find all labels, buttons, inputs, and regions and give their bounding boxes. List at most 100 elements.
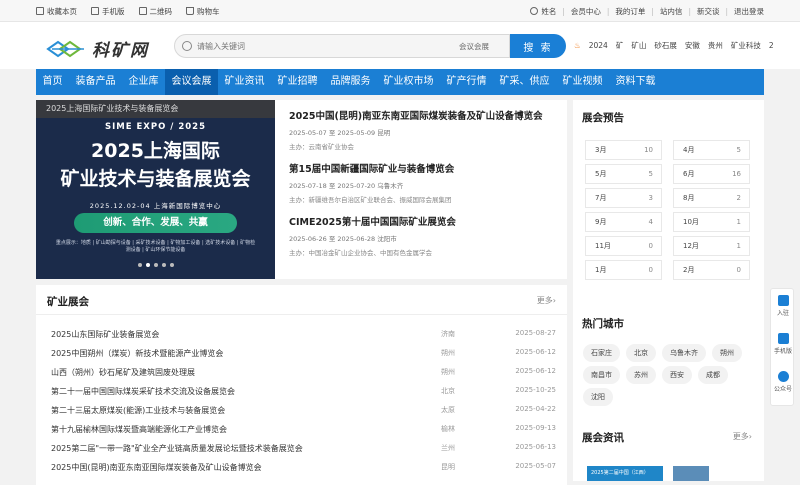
carousel-dots xyxy=(36,263,275,267)
nav-exhibitions[interactable]: 会议会展 xyxy=(165,69,218,95)
fire-icon: ♨ xyxy=(574,41,581,50)
news-more-link[interactable]: 更多› xyxy=(733,431,752,442)
city-tag[interactable]: 石家庄 xyxy=(583,344,620,362)
top-bar: 收藏本页 手机版 二维码 购物车 姓名 | 会员中心 | 我的订单 | 站内信 | 新交… xyxy=(0,0,800,22)
nav-brand[interactable]: 品牌服务 xyxy=(324,69,377,95)
nav-news[interactable]: 矿业资讯 xyxy=(218,69,271,95)
hot-keyword[interactable]: 砂石展 xyxy=(654,40,677,51)
city-tag[interactable]: 西安 xyxy=(662,366,692,384)
site-logo[interactable]: 科矿网 xyxy=(46,36,149,61)
qrcode-icon xyxy=(138,7,147,15)
featured-title[interactable]: CIME2025第十届中国国际矿业展览会 xyxy=(289,214,567,228)
nav-companies[interactable]: 企业库 xyxy=(122,69,165,95)
featured-item: CIME2025第十届中国国际矿业展览会 2025-06-26 至 2025-0… xyxy=(289,214,567,257)
hot-keyword[interactable]: 2024 xyxy=(589,41,608,50)
banner-date: 2025.12.02-04 上海新国际博览中心 xyxy=(89,202,222,210)
nav-downloads[interactable]: 资料下载 xyxy=(609,69,662,95)
nav-supply[interactable]: 矿采、供应 xyxy=(493,69,556,95)
carousel-dot[interactable] xyxy=(153,263,158,267)
city-tag[interactable]: 北京 xyxy=(626,344,656,362)
my-orders-link[interactable]: 我的订单 xyxy=(615,6,645,17)
mobile-button[interactable]: 手机版 xyxy=(771,333,795,355)
featured-item: 2025中国(昆明)南亚东南亚国际煤炭装备及矿山设备博览会 2025-05-07… xyxy=(289,108,567,151)
sidebar: 展会预告 3月 10 4月 5 5月 5 6月 16 7月 3 8月 2 9月 4 10月 1 … xyxy=(573,100,764,481)
news-thumb[interactable]: 2025第二届中国（江西） xyxy=(587,466,663,481)
list-item[interactable]: 2025山东国际矿业装备展览会 济南 2025-08-27 xyxy=(51,329,556,348)
nav-products[interactable]: 装备产品 xyxy=(69,69,122,95)
month-cell[interactable]: 10月 1 xyxy=(673,212,750,232)
qrcode-link[interactable]: 二维码 xyxy=(138,6,172,17)
month-cell[interactable]: 6月 16 xyxy=(673,164,750,184)
featured-organizer: 主办：中国冶金矿山企业协会、中国有色金属学会 xyxy=(289,249,432,257)
featured-title[interactable]: 第15届中国新疆国际矿业与装备博览会 xyxy=(289,161,567,175)
logout-link[interactable]: 退出登录 xyxy=(734,6,764,17)
city-tag[interactable]: 成都 xyxy=(698,366,728,384)
new-chat-link[interactable]: 新交谈 xyxy=(697,6,720,17)
nav-market[interactable]: 矿产行情 xyxy=(440,69,493,95)
more-link[interactable]: 更多› xyxy=(537,295,556,306)
list-item[interactable]: 2025中国(昆明)南亚东南亚国际煤炭装备及矿山设备博览会 昆明 2025-05-0… xyxy=(51,462,556,481)
user-link[interactable]: 姓名 xyxy=(530,6,556,17)
city-tag[interactable]: 沈阳 xyxy=(583,388,613,406)
main-nav: 首页 装备产品 企业库 会议会展 矿业资讯 矿业招聘 品牌服务 矿业权市场 矿产… xyxy=(36,69,764,95)
city-tag[interactable]: 朔州 xyxy=(712,344,742,362)
search-category-select[interactable]: 会议会展 xyxy=(459,41,489,52)
month-cell[interactable]: 1月 0 xyxy=(585,260,662,280)
month-cell[interactable]: 7月 3 xyxy=(585,188,662,208)
list-item[interactable]: 2025第二届"一带一路"矿业全产业链高质量发展论坛暨技术装备展览会 兰州 2025… xyxy=(51,443,556,462)
search-button[interactable]: 搜 索 xyxy=(510,34,566,58)
nav-home[interactable]: 首页 xyxy=(36,69,69,95)
member-center-link[interactable]: 会员中心 xyxy=(571,6,601,17)
month-cell[interactable]: 4月 5 xyxy=(673,140,750,160)
hot-keyword[interactable]: 2 xyxy=(769,41,774,50)
month-cell[interactable]: 5月 5 xyxy=(585,164,662,184)
city-tag[interactable]: 南昌市 xyxy=(583,366,620,384)
month-cell[interactable]: 12月 1 xyxy=(673,236,750,256)
hot-keywords: ♨ 2024 矿 矿山 砂石展 安徽 贵州 矿业科技 2 xyxy=(574,40,774,51)
hot-keyword[interactable]: 矿山 xyxy=(631,40,646,51)
month-cell[interactable]: 3月 10 xyxy=(585,140,662,160)
nav-mining-rights[interactable]: 矿业权市场 xyxy=(377,69,440,95)
mining-exhibitions-section: 矿业展会 更多› 2025山东国际矿业装备展览会 济南 2025-08-27 202… xyxy=(36,285,567,485)
settle-in-button[interactable]: 入驻 xyxy=(771,295,795,317)
search-icon xyxy=(182,41,192,51)
month-cell[interactable]: 9月 4 xyxy=(585,212,662,232)
month-cell[interactable]: 11月 0 xyxy=(585,236,662,256)
city-tag[interactable]: 苏州 xyxy=(626,366,656,384)
carousel-dot[interactable] xyxy=(137,263,142,267)
featured-title[interactable]: 2025中国(昆明)南亚东南亚国际煤炭装备及矿山设备博览会 xyxy=(289,108,567,122)
store-icon xyxy=(777,295,789,306)
hot-keyword[interactable]: 贵州 xyxy=(708,40,723,51)
banner-title-1: 2025上海国际 xyxy=(91,140,220,162)
bookmark-link[interactable]: 收藏本页 xyxy=(36,6,77,17)
cart-link[interactable]: 购物车 xyxy=(186,6,220,17)
month-cell[interactable]: 2月 0 xyxy=(673,260,750,280)
hot-keyword[interactable]: 安徽 xyxy=(685,40,700,51)
list-item[interactable]: 第二十三届太原煤炭(能源)工业技术与装备展览会 太原 2025-04-22 xyxy=(51,405,556,424)
nav-jobs[interactable]: 矿业招聘 xyxy=(271,69,324,95)
news-thumb[interactable] xyxy=(673,466,709,481)
hot-keyword[interactable]: 矿业科技 xyxy=(731,40,761,51)
list-item[interactable]: 第十九届榆林国际煤炭暨高端能源化工产业博览会 榆林 2025-09-13 xyxy=(51,424,556,443)
banner-expo: SIME EXPO / 2025 xyxy=(104,122,206,132)
header: 科矿网 会议会展 搜 索 ♨ 2024 矿 矿山 砂石展 安徽 贵州 矿业科技 … xyxy=(0,22,800,69)
carousel-dot[interactable] xyxy=(169,263,174,267)
banner-caption: 2025上海国际矿业技术与装备展览会 xyxy=(36,100,275,118)
carousel-dot[interactable] xyxy=(161,263,166,267)
list-item[interactable]: 第二十一届中国国际煤炭采矿技术交流及设备展览会 北京 2025-10-25 xyxy=(51,386,556,405)
city-tag[interactable]: 乌鲁木齐 xyxy=(662,344,706,362)
inbox-link[interactable]: 站内信 xyxy=(660,6,683,17)
wechat-button[interactable]: 公众号 xyxy=(771,371,795,393)
list-item[interactable]: 2025中国朔州（煤炭）新技术暨能源产业博览会 朔州 2025-06-12 xyxy=(51,348,556,367)
carousel-dot-active[interactable] xyxy=(145,263,150,267)
featured-organizer: 主办：新疆维吾尔自治区矿业联合会、振威国际会展集团 xyxy=(289,196,452,204)
nav-video[interactable]: 矿业视频 xyxy=(556,69,609,95)
mobile-link[interactable]: 手机版 xyxy=(91,6,125,17)
search-input[interactable] xyxy=(197,39,397,54)
list-item[interactable]: 山西（朔州）砂石尾矿及建筑固废处理展 朔州 2025-06-12 xyxy=(51,367,556,386)
month-cell[interactable]: 8月 2 xyxy=(673,188,750,208)
logo-text: 科矿网 xyxy=(92,41,149,61)
cart-icon xyxy=(186,7,194,15)
hot-keyword[interactable]: 矿 xyxy=(616,40,624,51)
banner-carousel[interactable]: 2025上海国际矿业技术与装备展览会 SIME EXPO / 2025 2025… xyxy=(36,100,275,279)
